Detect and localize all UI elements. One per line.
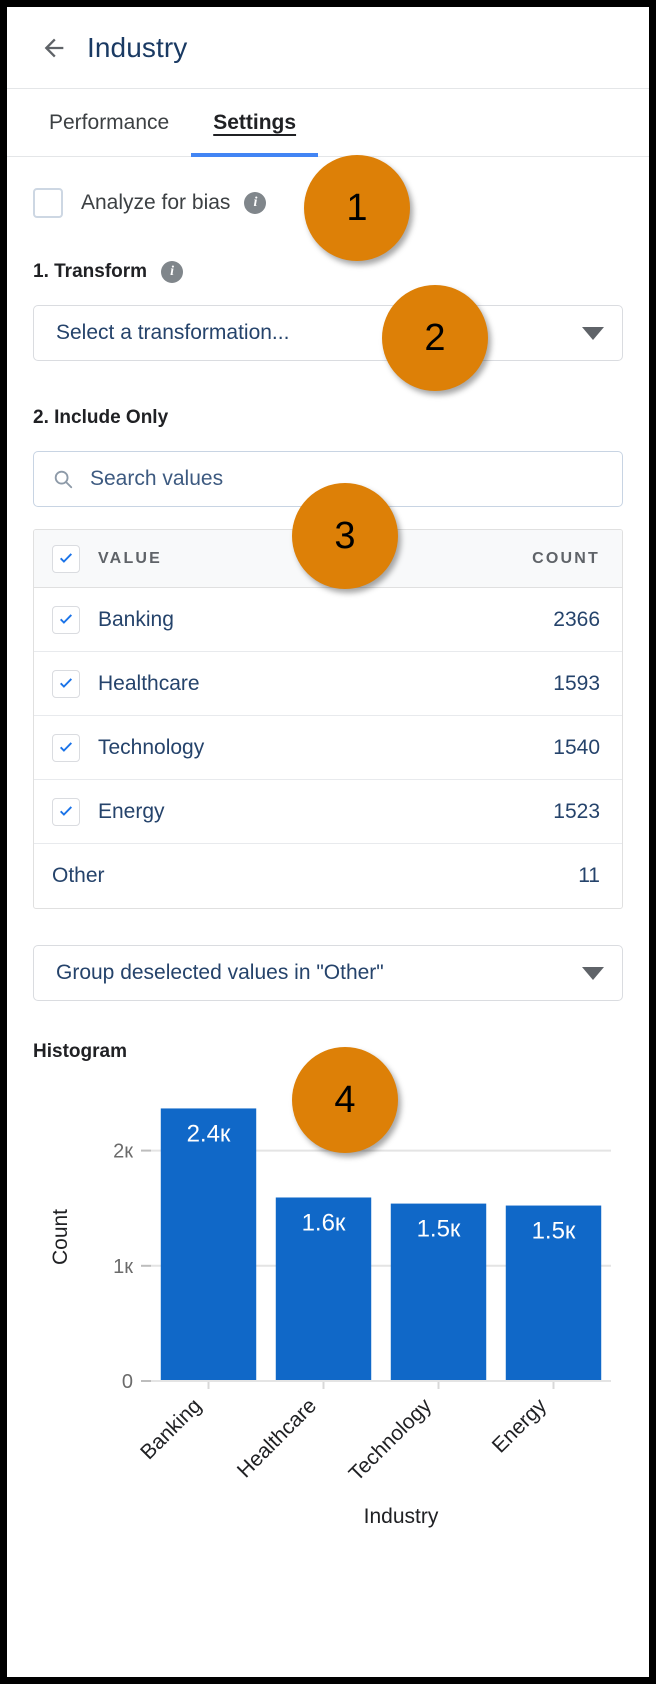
- tab-bar: Performance Settings: [7, 89, 649, 157]
- x-axis-tick-label: Energy: [488, 1394, 552, 1458]
- x-axis-tick-label: Banking: [136, 1394, 206, 1464]
- y-axis-tick-label: 1к: [113, 1256, 133, 1278]
- y-axis-tick-label: 2к: [113, 1141, 133, 1163]
- table-row-other: Other 11: [34, 844, 622, 908]
- row-count: 11: [578, 864, 600, 888]
- select-all-checkbox[interactable]: [52, 545, 80, 573]
- info-icon[interactable]: i: [161, 261, 183, 283]
- annotation-callout-2: 2: [382, 285, 488, 391]
- app-window: Industry Performance Settings Analyze fo…: [7, 7, 649, 1677]
- bar-value-label: 1.5к: [417, 1216, 461, 1243]
- row-count: 1540: [553, 736, 600, 760]
- table-row[interactable]: Banking 2366: [34, 588, 622, 652]
- tab-performance[interactable]: Performance: [27, 89, 191, 156]
- analyze-for-bias-checkbox[interactable]: [33, 188, 63, 218]
- column-header-count: COUNT: [532, 550, 600, 568]
- transform-heading: 1. Transform i: [33, 261, 623, 283]
- tab-settings[interactable]: Settings: [191, 89, 318, 156]
- row-checkbox[interactable]: [52, 670, 80, 698]
- row-count: 1523: [553, 800, 600, 824]
- x-axis-tick-label: Technology: [345, 1394, 437, 1486]
- chevron-down-icon: [582, 327, 604, 340]
- bar-value-label: 2.4к: [187, 1120, 231, 1147]
- transform-heading-label: 1. Transform: [33, 261, 147, 283]
- group-deselected-value: Group deselected values in "Other": [56, 961, 582, 985]
- page-header: Industry: [7, 7, 649, 89]
- annotation-callout-1: 1: [304, 155, 410, 261]
- row-value: Banking: [98, 608, 553, 632]
- table-row[interactable]: Energy 1523: [34, 780, 622, 844]
- settings-panel: Analyze for bias i 1. Transform i Select…: [7, 183, 649, 1551]
- row-value: Technology: [98, 736, 553, 760]
- search-icon: [52, 468, 74, 490]
- y-axis-tick-label: 0: [122, 1371, 133, 1393]
- histogram-bar[interactable]: [161, 1108, 256, 1381]
- x-axis-label: Industry: [364, 1505, 439, 1528]
- bar-value-label: 1.6к: [302, 1209, 346, 1236]
- back-arrow-icon[interactable]: [37, 31, 71, 65]
- table-row[interactable]: Technology 1540: [34, 716, 622, 780]
- row-checkbox[interactable]: [52, 734, 80, 762]
- row-value: Other: [52, 864, 578, 888]
- table-row[interactable]: Healthcare 1593: [34, 652, 622, 716]
- histogram-chart: 0 1к 2к Count 2.4к Banking 1.6к Healthcare 1.5к T…: [33, 1081, 623, 1551]
- group-deselected-select[interactable]: Group deselected values in "Other": [33, 945, 623, 1001]
- analyze-for-bias-label: Analyze for bias: [81, 191, 230, 215]
- row-count: 2366: [553, 608, 600, 632]
- annotation-callout-3: 3: [292, 483, 398, 589]
- row-value: Healthcare: [98, 672, 553, 696]
- row-count: 1593: [553, 672, 600, 696]
- bar-value-label: 1.5к: [532, 1218, 576, 1245]
- transform-select-value: Select a transformation...: [56, 321, 582, 345]
- annotation-callout-4: 4: [292, 1047, 398, 1153]
- y-axis-label: Count: [49, 1209, 72, 1265]
- page-title: Industry: [87, 32, 187, 64]
- row-value: Energy: [98, 800, 553, 824]
- info-icon[interactable]: i: [244, 192, 266, 214]
- chevron-down-icon: [582, 967, 604, 980]
- transform-select[interactable]: Select a transformation...: [33, 305, 623, 361]
- x-axis-tick-label: Healthcare: [233, 1394, 321, 1482]
- row-checkbox[interactable]: [52, 798, 80, 826]
- include-only-heading: 2. Include Only: [33, 407, 623, 429]
- row-checkbox[interactable]: [52, 606, 80, 634]
